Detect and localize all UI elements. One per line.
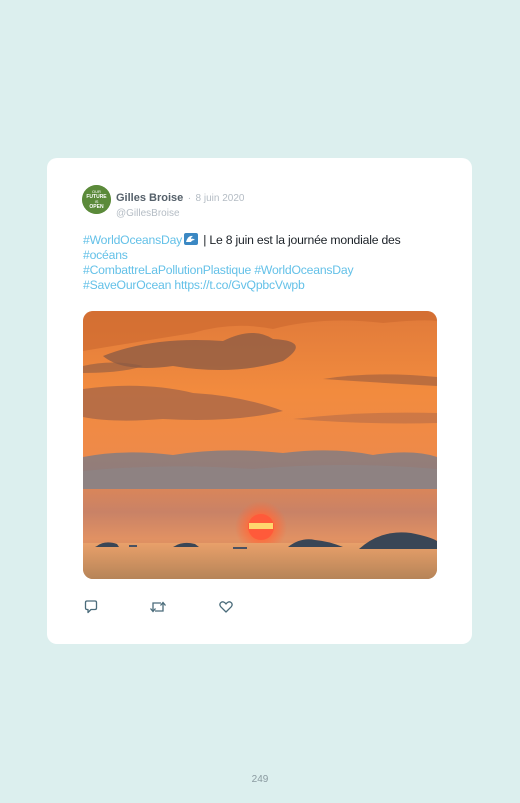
hashtag-combattre-pollution[interactable]: #CombattreLaPollutionPlastique [83, 263, 251, 277]
author-display-name[interactable]: Gilles Broise [116, 192, 183, 204]
retweet-button[interactable] [149, 599, 167, 615]
tweet-text: #WorldOceansDay | Le 8 juin est la journ… [83, 233, 433, 293]
hashtag-save-our-ocean[interactable]: #SaveOurOcean [83, 278, 171, 292]
page-number: 249 [251, 774, 269, 785]
tweet-photo[interactable] [83, 311, 437, 579]
retweet-icon [150, 601, 166, 613]
hashtag-oceans[interactable]: #océans [83, 248, 128, 262]
avatar[interactable]: OUR FUTURE IS OPEN [82, 185, 111, 214]
tweet-link[interactable]: https://t.co/GvQpbcVwpb [174, 278, 304, 292]
author-handle[interactable]: @GillesBroise [116, 208, 244, 219]
tweet-header: OUR FUTURE IS OPEN Gilles Broise · 8 jui… [82, 185, 452, 219]
tweet-sentence: | Le 8 juin est la journée mondiale des [200, 233, 401, 247]
reply-button[interactable] [83, 599, 101, 615]
wave-emoji-icon [184, 233, 199, 245]
like-button[interactable] [218, 599, 236, 615]
tweet-card: OUR FUTURE IS OPEN Gilles Broise · 8 jui… [47, 158, 472, 644]
speech-bubble-icon [84, 600, 98, 614]
separator-dot: · [187, 193, 192, 204]
hashtag-world-oceans-day[interactable]: #WorldOceansDay [83, 233, 182, 247]
avatar-text-4: OPEN [89, 204, 104, 210]
author-info: Gilles Broise · 8 juin 2020 @GillesBrois… [116, 188, 244, 219]
hashtag-world-oceans-day-2[interactable]: #WorldOceansDay [254, 263, 353, 277]
heart-icon [219, 601, 233, 613]
tweet-date[interactable]: 8 juin 2020 [196, 193, 245, 204]
